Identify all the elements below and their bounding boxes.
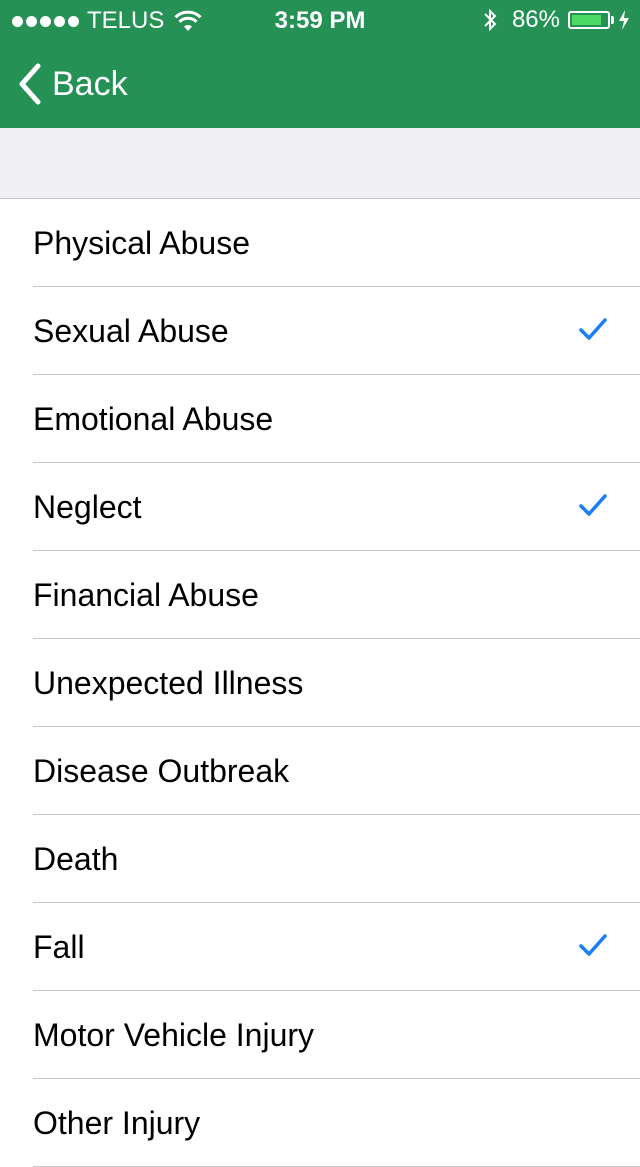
- chevron-left-icon: [19, 63, 41, 105]
- list-item-label: Emotional Abuse: [33, 401, 274, 437]
- list-item[interactable]: Neglect: [0, 463, 640, 551]
- list-item[interactable]: Fall: [0, 903, 640, 991]
- list-item[interactable]: Financial Abuse: [0, 551, 640, 639]
- status-bar: TELUS 3:59 PM 86%: [0, 0, 640, 40]
- list-item[interactable]: Emotional Abuse: [0, 375, 640, 463]
- top-bar: TELUS 3:59 PM 86% Back: [0, 0, 640, 128]
- checkmark-icon: [579, 318, 607, 340]
- category-list: Physical Abuse Sexual Abuse Emotional Abus…: [0, 199, 640, 1167]
- list-item-label: Sexual Abuse: [33, 313, 229, 349]
- list-item-label: Other Injury: [33, 1105, 201, 1141]
- checkmark-icon: [579, 494, 607, 516]
- list-item[interactable]: Disease Outbreak: [0, 727, 640, 815]
- list-item-label: Motor Vehicle Injury: [33, 1017, 315, 1053]
- list-item[interactable]: Sexual Abuse: [0, 287, 640, 375]
- bluetooth-icon: [484, 8, 497, 32]
- back-button-label: Back: [52, 64, 128, 103]
- battery-icon: [568, 11, 610, 29]
- list-item-label: Fall: [33, 929, 85, 965]
- list-item[interactable]: Other Injury: [0, 1079, 640, 1167]
- list-item-label: Neglect: [33, 489, 142, 525]
- list-item[interactable]: Death: [0, 815, 640, 903]
- list-item[interactable]: Unexpected Illness: [0, 639, 640, 727]
- battery-tip: [611, 16, 614, 24]
- list-item-label: Unexpected Illness: [33, 665, 304, 701]
- charging-bolt-icon: [619, 10, 629, 30]
- list-item-label: Disease Outbreak: [33, 753, 290, 789]
- status-right: 86%: [482, 6, 630, 34]
- navigation-bar: Back: [0, 40, 640, 128]
- list-item-label: Financial Abuse: [33, 577, 259, 613]
- checkmark-icon: [579, 934, 607, 956]
- list-item-label: Death: [33, 841, 119, 877]
- section-header-gap: [0, 128, 640, 199]
- list-item-label: Physical Abuse: [33, 225, 251, 261]
- battery-percentage: 86%: [511, 6, 560, 33]
- list-item[interactable]: Motor Vehicle Injury: [0, 991, 640, 1079]
- list-item[interactable]: Physical Abuse: [0, 199, 640, 287]
- battery-level: [572, 15, 602, 25]
- back-button[interactable]: Back: [16, 60, 128, 108]
